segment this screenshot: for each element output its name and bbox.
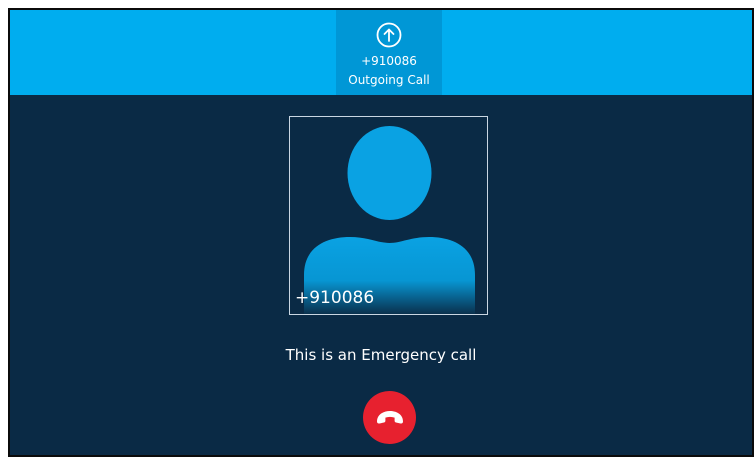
emergency-message: This is an Emergency call [285,346,477,364]
avatar-name: +910086 [295,288,375,308]
call-tab[interactable]: +910086 Outgoing Call [336,10,442,95]
end-call-icon [376,410,403,424]
person-silhouette-icon [304,126,475,314]
top-bar: +910086 Outgoing Call [10,10,752,95]
end-call-button[interactable] [363,391,416,444]
call-screen: +910086 Outgoing Call +910086 This is an… [8,8,754,457]
outgoing-arrow-icon [376,22,402,48]
call-status: Outgoing Call [348,73,430,87]
contact-avatar: +910086 [289,116,488,315]
call-number: +910086 [361,54,417,68]
